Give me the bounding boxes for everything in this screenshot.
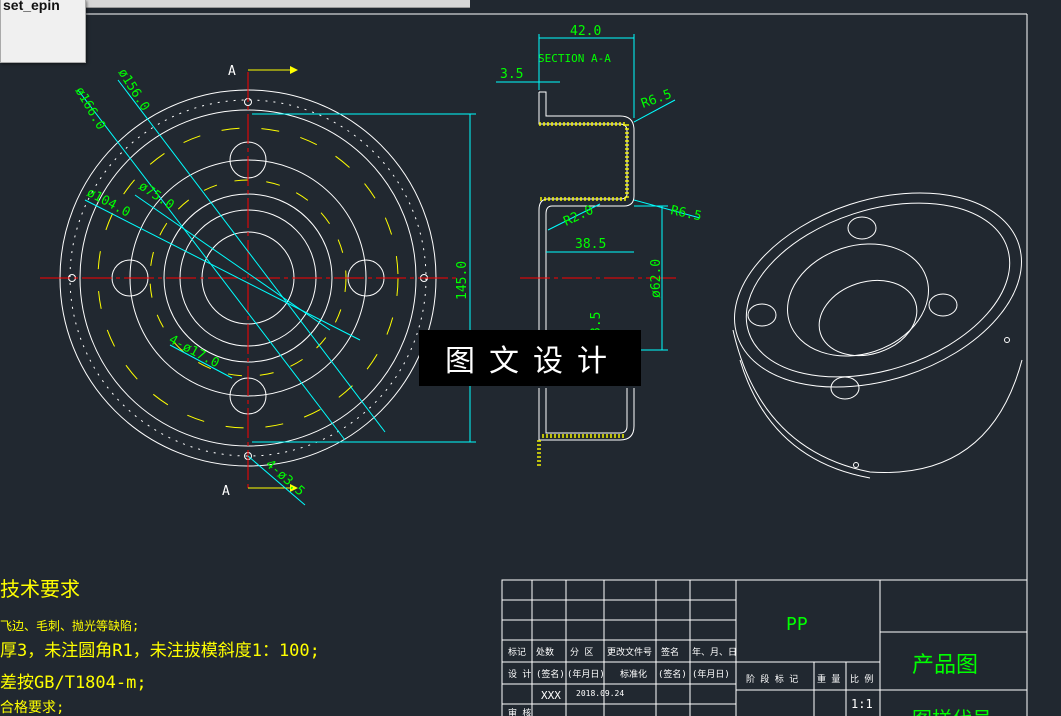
tb-label-qianming: 签名 [661, 646, 679, 658]
hatch-top [539, 122, 629, 201]
tb-ratio: 比 例 [850, 673, 873, 685]
dim-text-42: 42.0 [570, 24, 601, 39]
tb-date: 2018.09.24 [576, 689, 624, 698]
tb-label-biaozhunhua: 标准化 [620, 668, 647, 680]
tb-scale: 1:1 [851, 697, 873, 711]
iso-bore-outer [787, 243, 929, 357]
leader-156 [117, 79, 386, 433]
watermark-text: 图文设计 [445, 344, 621, 379]
section-label-bottom: A [222, 484, 230, 499]
tb-material: PP [786, 614, 808, 635]
dim-text-holes3-5: 4-ø3.5 [262, 457, 307, 500]
profile-lower-inner [545, 388, 628, 434]
tb-label-sign1: (签名) [536, 668, 565, 680]
dim-text-62: ø62.0 [649, 259, 664, 298]
tech-line-2: 厚3，未注圆角R1，未注拔模斜度1：100; [0, 641, 320, 661]
tb-label-sheji: 设 计 [508, 668, 531, 680]
dim-text-r6-5-top: R6.5 [639, 87, 674, 112]
isometric-view [732, 192, 1023, 479]
watermark: 图文设计 [419, 330, 641, 386]
tb-label-sign2: (签名) [658, 668, 687, 680]
toolbar-strip[interactable] [85, 0, 470, 8]
dim-text-r6-5-mid: R6.5 [669, 203, 703, 224]
leader-75 [134, 194, 331, 331]
section-title: SECTION A-A [538, 52, 611, 65]
tb-label-date2: (年月日) [692, 668, 730, 680]
dim-text-3-5: 3.5 [500, 67, 523, 82]
iso-hole-4 [830, 376, 860, 400]
dim-text-75: ø75.0 [136, 179, 177, 213]
tab-popup[interactable]: set_epin [0, 0, 86, 63]
dim-text-holes17: 4-ø17.0 [166, 332, 221, 371]
iso-pin-2 [1004, 337, 1010, 343]
dim-text-r2: R2.0 [561, 203, 596, 230]
dim-text-145: 145.0 [455, 261, 470, 300]
tb-name: 产品图 [912, 653, 978, 678]
section-arrow-top [290, 66, 298, 74]
iso-hole-2 [747, 303, 777, 327]
iso-hole-3 [928, 293, 958, 317]
tech-title: 技术要求 [0, 577, 80, 601]
iso-pin [853, 462, 859, 468]
tech-line-1: 飞边、毛刺、抛光等缺陷; [0, 618, 139, 633]
tb-label-genggai: 更改文件号 [607, 646, 652, 658]
iso-outer-body [732, 329, 1023, 473]
front-view: A A ø166.0 ø156.0 ø104.0 ø75.0 4-ø17.0 4… [40, 64, 476, 506]
tech-line-3: 差按GB/T1804-m; [0, 673, 147, 693]
iso-hole-1 [847, 216, 877, 240]
tb-stage: 阶 段 标 记 [746, 673, 798, 685]
tech-line-4: 合格要求; [0, 700, 64, 716]
leader-104 [84, 199, 361, 341]
section-view: SECTION A-A 42.0 3.5 R6.5 R6.5 R2.0 38.5… [496, 24, 703, 468]
tb-label-biaoji: 标记 [508, 646, 526, 658]
tb-drawing-no: 图样代号 [912, 707, 992, 716]
tb-review: 审 核 [508, 707, 531, 716]
tab-label[interactable]: set_epin [3, 0, 60, 13]
tb-label-nianyueri: 年、月、日 [692, 646, 737, 658]
dim-text-156: ø156.0 [115, 66, 153, 114]
iso-outer-top [734, 192, 1022, 388]
dim-text-38-5: 38.5 [575, 237, 606, 252]
profile-lower-outer [538, 388, 635, 441]
tb-weight: 重 量 [817, 673, 840, 685]
dim-text-166: ø166.0 [72, 85, 108, 133]
tb-label-fenqu: 分 区 [570, 647, 593, 658]
tb-label-chushu: 处数 [536, 646, 554, 658]
section-label-top: A [228, 64, 236, 79]
tb-label-date1: (年月日) [567, 668, 605, 680]
tb-designer: XXX [541, 689, 561, 702]
